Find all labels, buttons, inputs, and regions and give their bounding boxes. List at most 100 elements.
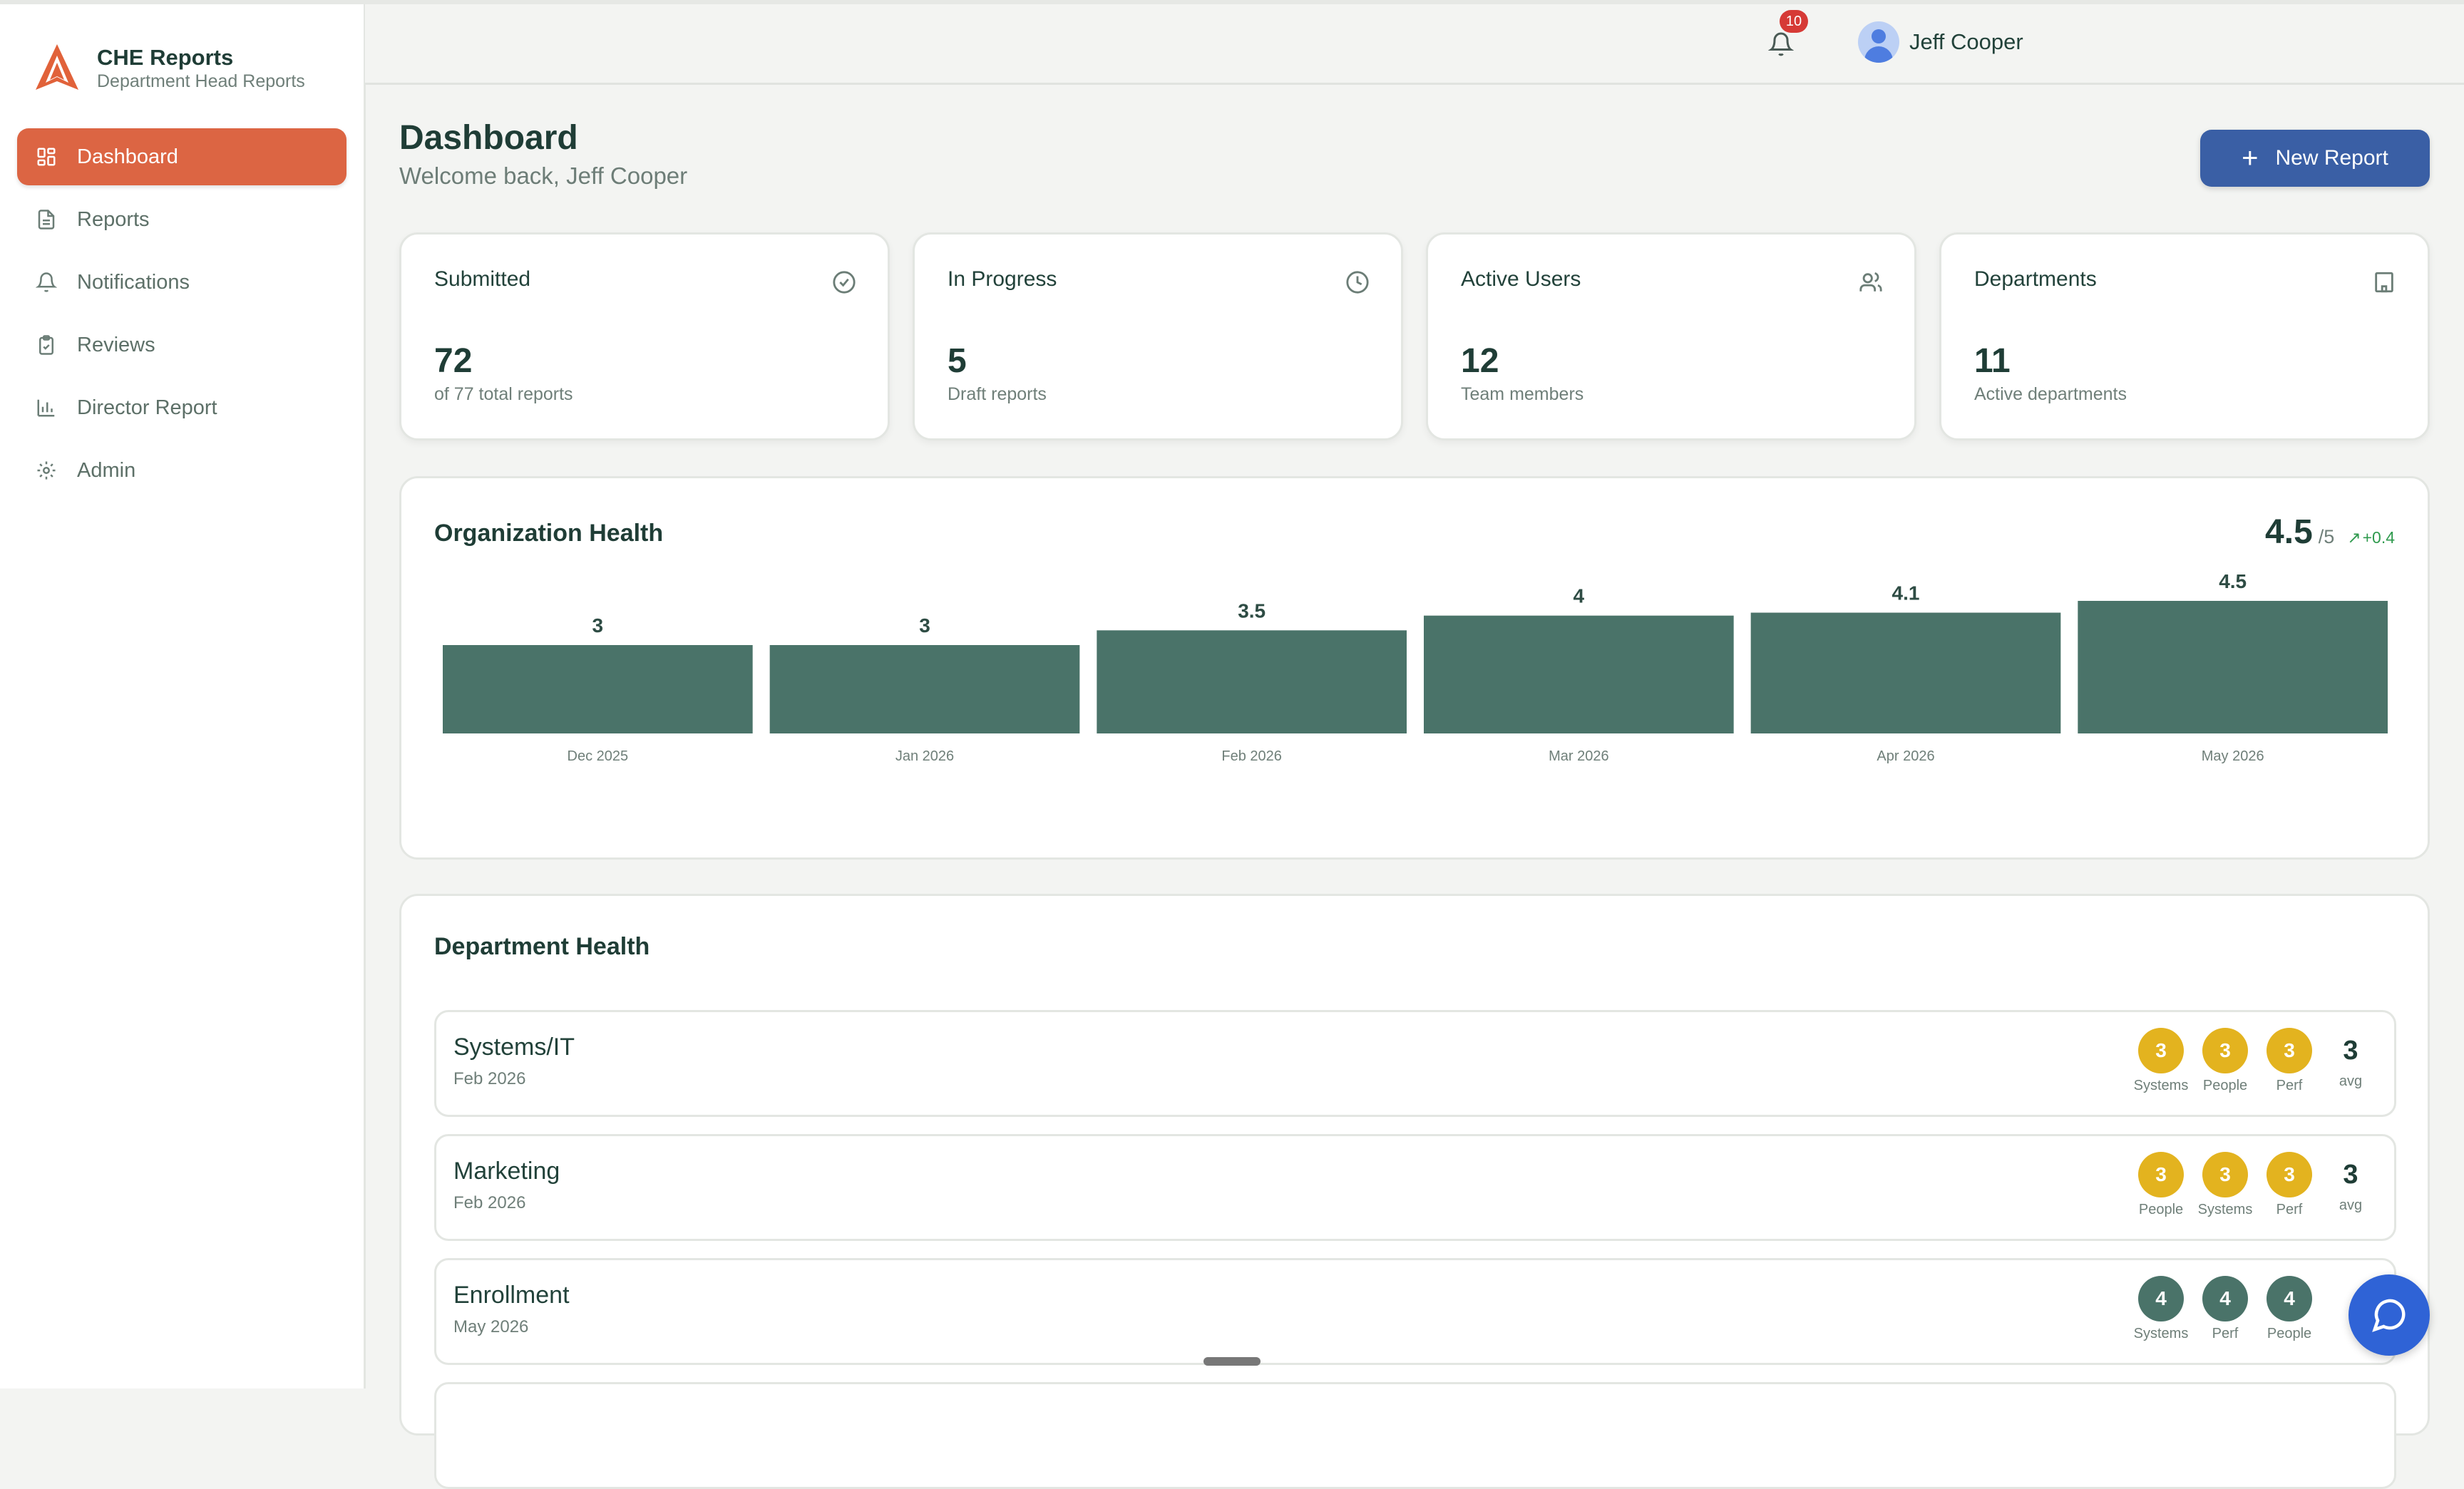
chart-bar[interactable] [443,645,753,733]
dashboard-icon [37,148,56,166]
org-health-title: Organization Health [434,520,664,547]
chat-bubble-icon [2372,1299,2406,1332]
sidebar-item-label: Reviews [77,333,155,356]
app-logo-icon [36,44,78,90]
org-score-value: 4.5 [2265,513,2313,551]
sidebar-item-director-report[interactable]: Director Report [17,379,346,436]
bar-chart-icon [37,399,55,417]
chart-bar[interactable] [2078,601,2388,733]
chat-button[interactable] [2348,1274,2430,1356]
stat-card-in-progress: In Progress 5 Draft reports [913,232,1403,440]
scroll-indicator[interactable] [1203,1357,1261,1366]
sidebar-item-reviews[interactable]: Reviews [17,316,346,373]
stat-subtext: Active departments [1974,384,2127,404]
sidebar-item-label: Director Report [77,396,217,419]
stat-value: 12 [1461,342,1499,380]
chart-data-label: 3.5 [1238,599,1266,622]
page-subtitle: Welcome back, Jeff Cooper [399,163,688,189]
score-perf: 3 Perf [2257,1028,2321,1094]
chart-tick-label: Mar 2026 [1549,748,1609,764]
brand[interactable]: CHE Reports Department Head Reports [34,43,305,94]
score-people: 4 People [2257,1276,2321,1342]
dept-date: Feb 2026 [453,1193,526,1212]
score-systems: 4 Systems [2129,1276,2193,1342]
plus-icon: + [2242,143,2259,174]
dept-date: Feb 2026 [453,1069,526,1088]
sidebar-nav: Dashboard Reports Notifications Reviews … [17,128,346,505]
sidebar-item-label: Reports [77,207,150,231]
new-report-button[interactable]: + New Report [2200,130,2430,187]
stat-card-departments: Departments 11 Active departments [1939,232,2430,440]
score-people: 3 People [2129,1152,2193,1218]
chart-data-label: 4.1 [1892,582,1920,604]
sidebar-item-label: Admin [77,458,136,482]
org-score-of: /5 [2318,526,2335,547]
dept-scores: 4 Systems 4 Perf 4 People [2129,1276,2376,1342]
org-health-score: 4.5 /5 ↗ +0.4 [2265,512,2395,552]
stat-value: 5 [948,342,967,380]
dept-row-marketing[interactable]: Marketing Feb 2026 3 People 3 Systems 3 Per… [434,1134,2396,1241]
stat-label: Active Users [1461,267,1581,291]
clock-icon [1346,271,1369,294]
chart-bar[interactable] [1424,615,1734,733]
chart-tick-label: May 2026 [2202,748,2264,764]
dept-date: May 2026 [453,1317,529,1336]
chart-bar[interactable] [769,645,1080,733]
stat-card-submitted: Submitted 72 of 77 total reports [399,232,890,440]
dept-health-card: Department Health Systems/IT Feb 2026 3S… [399,894,2430,1489]
stat-value: 11 [1974,342,2011,380]
avatar [1858,21,1899,63]
score-perf: 4 Perf [2193,1276,2257,1342]
chart-data-label: 3 [919,614,930,637]
new-report-label: New Report [2275,146,2388,170]
score-perf: 3 Perf [2257,1152,2321,1218]
building-icon [2375,272,2393,293]
dept-row-partial[interactable] [434,1382,2396,1489]
gear-icon [37,461,56,480]
stat-subtext: Draft reports [948,384,1047,404]
org-score-trend: +0.4 [2362,528,2395,547]
sidebar-item-notifications[interactable]: Notifications [17,254,346,311]
sidebar-item-admin[interactable]: Admin [17,442,346,499]
org-health-bar-chart: 3 Dec 2025 3 Jan 2026 3.5 Feb 2026 4 Mar 2026 4.… [443,570,2388,764]
sidebar-item-dashboard[interactable]: Dashboard [17,128,346,185]
bell-icon [36,272,57,292]
top-header [365,4,2464,85]
sidebar-item-label: Notifications [77,270,190,294]
chart-data-label: 4.5 [2219,570,2247,592]
score-systems: 3 Systems [2193,1152,2257,1218]
chart-bar[interactable] [1750,612,2061,733]
chart-data-label: 3 [592,614,604,637]
page-title: Dashboard [399,119,578,157]
chart-tick-label: Feb 2026 [1221,748,1282,764]
notification-count-badge: 10 [1780,10,1808,33]
chart-data-label: 4 [1574,585,1585,607]
score-avg: 3 avg [2339,1160,2363,1213]
sidebar-item-label: Dashboard [77,145,178,168]
dept-row-systems-it[interactable]: Systems/IT Feb 2026 3 Systems 3 People 3 Pe… [434,1010,2396,1117]
file-text-icon [38,210,55,230]
check-circle-icon [833,271,856,294]
bell-icon [1768,32,1794,56]
app-subtitle: Department Head Reports [97,71,305,91]
user-menu[interactable]: Jeff Cooper [1858,17,2023,67]
app-name: CHE Reports [97,45,234,70]
dept-name: Marketing [453,1158,560,1185]
score-avg: 3 avg [2339,1036,2363,1089]
stat-label: Submitted [434,267,531,291]
trend-up-icon: ↗ [2347,528,2361,547]
chart-tick-label: Dec 2025 [568,748,629,764]
clipboard-check-icon [39,335,53,355]
score-systems: 3 Systems [2129,1028,2193,1094]
stat-label: In Progress [948,267,1057,291]
sidebar-item-reports[interactable]: Reports [17,191,346,248]
stat-card-active-users: Active Users 12 Team members [1426,232,1916,440]
stat-subtext: of 77 total reports [434,384,573,404]
chart-bar[interactable] [1097,630,1407,733]
chart-tick-label: Apr 2026 [1877,748,1934,764]
dept-scores: 3 People 3 Systems 3 Perf 3 avg [2129,1152,2376,1218]
user-name: Jeff Cooper [1909,29,2023,54]
dept-row-enrollment[interactable]: Enrollment May 2026 4 Systems 4 Perf 4 Peop… [434,1258,2396,1365]
org-health-chart: 3 Dec 2025 3 Jan 2026 3.5 Feb 2026 4 Mar 2026 4.… [434,564,2396,778]
stat-value: 72 [434,342,473,380]
